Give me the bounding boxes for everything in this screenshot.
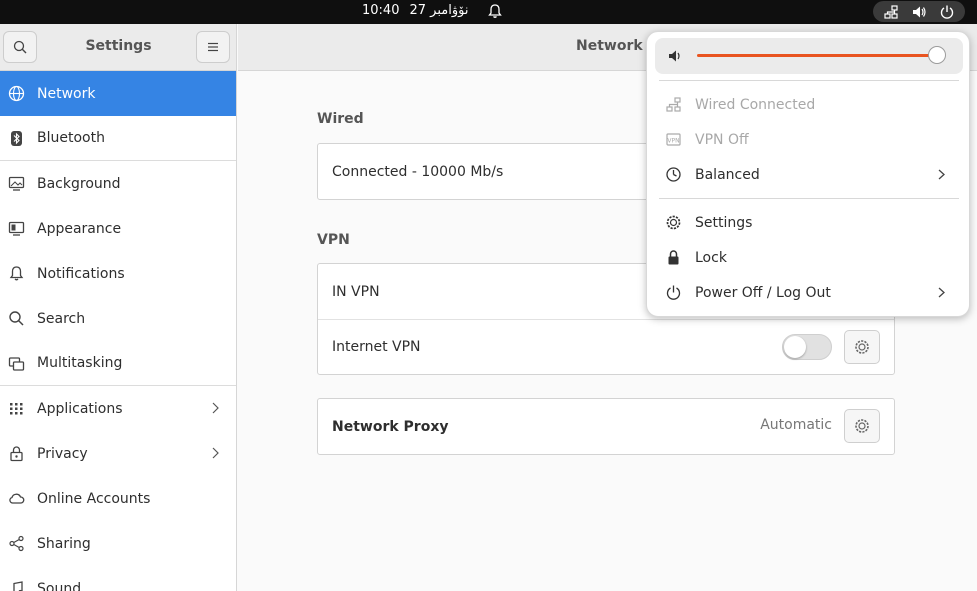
music-icon xyxy=(13,581,23,591)
network-icon xyxy=(884,4,898,19)
menu-item-label: Lock xyxy=(695,249,727,266)
sidebar-item-label: Online Accounts xyxy=(37,490,151,507)
network-proxy-row[interactable]: Network Proxy Automatic xyxy=(318,399,894,454)
menu-item-wired[interactable]: Wired Connected xyxy=(647,87,969,122)
cloud-icon xyxy=(9,493,25,504)
menu-item-lock[interactable]: Lock xyxy=(647,240,969,275)
sidebar-item-label: Background xyxy=(37,175,121,192)
vpn-settings-button[interactable] xyxy=(844,330,880,364)
power-icon xyxy=(666,285,681,300)
sidebar-item-online-accounts[interactable]: Online Accounts xyxy=(0,476,236,521)
hamburger-icon xyxy=(208,42,218,52)
sidebar-item-label: Bluetooth xyxy=(37,130,105,146)
sidebar-item-label: Sound xyxy=(37,580,82,591)
sidebar-item-search[interactable]: Search xyxy=(0,296,236,341)
system-menu: Wired Connected VPN VPN Off Balanced Set… xyxy=(646,31,970,317)
toggle-knob xyxy=(784,336,806,358)
sidebar-item-bluetooth[interactable]: Bluetooth xyxy=(0,116,236,161)
volume-icon xyxy=(669,50,680,62)
vpn-name: Internet VPN xyxy=(332,339,421,355)
share-icon xyxy=(9,535,24,552)
sidebar-item-multitasking[interactable]: Multitasking xyxy=(0,341,236,386)
volume-row xyxy=(655,38,963,74)
svg-text:VPN: VPN xyxy=(667,138,679,145)
proxy-card: Network Proxy Automatic xyxy=(317,398,895,455)
clock-date: 27 نۆۋامبر xyxy=(409,3,469,18)
power-mode-icon xyxy=(666,167,681,182)
menu-divider xyxy=(659,198,959,199)
search-icon xyxy=(9,311,24,326)
bell-icon[interactable] xyxy=(487,3,503,19)
sidebar-item-label: Multitasking xyxy=(37,355,123,371)
menu-divider xyxy=(659,80,959,81)
system-status-area[interactable] xyxy=(873,1,965,22)
lock-icon xyxy=(668,250,679,265)
menu-item-label: Wired Connected xyxy=(695,96,816,113)
sidebar-item-label: Notifications xyxy=(37,265,125,282)
power-icon xyxy=(940,5,954,19)
vpn-row-internet-vpn[interactable]: Internet VPN xyxy=(318,319,894,374)
sidebar-item-notifications[interactable]: Notifications xyxy=(0,251,236,296)
vpn-toggle-switch[interactable] xyxy=(782,334,832,360)
gear-icon xyxy=(666,215,681,230)
chevron-right-icon xyxy=(938,169,945,180)
chevron-right-icon xyxy=(212,447,219,459)
appearance-icon xyxy=(8,221,25,236)
proxy-value: Automatic xyxy=(760,417,832,433)
chevron-right-icon xyxy=(938,287,945,298)
background-icon xyxy=(8,176,25,191)
sidebar-item-label: Sharing xyxy=(37,535,91,552)
network-icon xyxy=(8,85,25,102)
gear-icon xyxy=(855,419,869,433)
volume-icon xyxy=(913,6,926,17)
gear-icon xyxy=(855,340,869,354)
sidebar-item-label: Search xyxy=(37,310,86,327)
menu-item-vpn[interactable]: VPN VPN Off xyxy=(647,122,969,157)
volume-slider-track[interactable] xyxy=(697,54,937,57)
vpn-icon: VPN xyxy=(666,133,681,146)
multitasking-icon xyxy=(8,357,25,371)
sidebar-header: Settings xyxy=(0,24,237,71)
volume-slider-handle[interactable] xyxy=(928,46,946,64)
menu-item-power-off[interactable]: Power Off / Log Out xyxy=(647,275,969,310)
sidebar-item-label: Applications xyxy=(37,400,123,417)
page-title: Network xyxy=(576,38,643,54)
sidebar-item-background[interactable]: Background xyxy=(0,161,236,206)
grid-icon xyxy=(10,403,23,415)
lock-icon xyxy=(10,446,23,462)
sidebar: Network Bluetooth Background Appearance … xyxy=(0,71,237,591)
sidebar-item-label: Appearance xyxy=(37,220,122,237)
sidebar-item-network[interactable]: Network xyxy=(0,71,236,116)
proxy-settings-button[interactable] xyxy=(844,409,880,443)
sidebar-item-privacy[interactable]: Privacy xyxy=(0,431,236,476)
menu-item-label: VPN Off xyxy=(695,131,749,148)
vpn-name: IN VPN xyxy=(332,283,380,300)
clock[interactable]: 10:40 27 نۆۋامبر xyxy=(362,3,468,18)
bluetooth-icon xyxy=(11,131,22,146)
clock-time: 10:40 xyxy=(362,3,400,18)
menu-item-label: Settings xyxy=(695,214,753,231)
chevron-right-icon xyxy=(212,402,219,414)
network-icon xyxy=(666,97,681,112)
menu-item-label: Balanced xyxy=(695,166,760,183)
sidebar-item-appearance[interactable]: Appearance xyxy=(0,206,236,251)
menu-item-power-mode[interactable]: Balanced xyxy=(647,157,969,192)
menu-item-label: Power Off / Log Out xyxy=(695,284,831,301)
wired-status: Connected - 10000 Mb/s xyxy=(332,163,504,180)
top-bar: 10:40 27 نۆۋامبر xyxy=(0,0,977,24)
sidebar-item-sharing[interactable]: Sharing xyxy=(0,521,236,566)
sidebar-item-sound[interactable]: Sound xyxy=(0,566,236,591)
menu-button[interactable] xyxy=(196,31,230,63)
bell-icon xyxy=(9,266,24,281)
proxy-label: Network Proxy xyxy=(332,418,449,435)
vpn-section-label: VPN xyxy=(317,232,350,248)
menu-item-settings[interactable]: Settings xyxy=(647,205,969,240)
sidebar-item-label: Privacy xyxy=(37,445,88,462)
wired-section-label: Wired xyxy=(317,111,364,127)
sidebar-item-applications[interactable]: Applications xyxy=(0,386,236,431)
sidebar-item-label: Network xyxy=(37,85,96,102)
